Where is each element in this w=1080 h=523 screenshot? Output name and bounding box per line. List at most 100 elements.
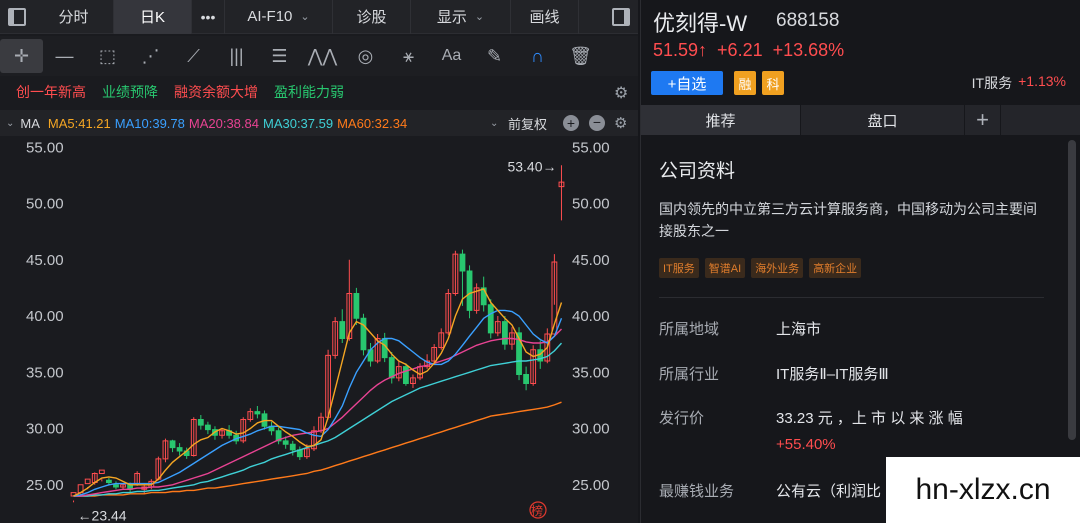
eraser-icon[interactable]: ✎ xyxy=(473,39,516,73)
fuquan-select[interactable]: 前复权 xyxy=(508,114,547,133)
tab-rik[interactable]: 日K xyxy=(114,0,192,34)
ma-label[interactable]: MA xyxy=(20,116,40,131)
tab-display-label: 显示 xyxy=(436,9,467,26)
y-tick-label-right: 35.00 xyxy=(572,364,610,381)
y-tick-label-right: 30.00 xyxy=(572,421,610,438)
company-tags: IT服务 智谱AI 海外业务 高新企业 xyxy=(659,258,862,278)
y-tick-label-right: 50.00 xyxy=(572,196,610,213)
cycle-icon[interactable]: ◎ xyxy=(344,39,387,73)
chart-panel: 分时 日K ••• AI-F10 ⌄ 诊股 显示 ⌄ 画线 ✛ — ⬚ ⋰ ⟋ ||… xyxy=(0,0,638,523)
company-tag[interactable]: 海外业务 xyxy=(751,258,804,278)
ipo-pct: +55.40% xyxy=(776,436,836,453)
gear-icon[interactable]: ⚙ xyxy=(614,83,628,103)
text-icon[interactable]: Aa xyxy=(430,39,473,73)
price-line: 51.59↑ +6.21 +13.68% xyxy=(653,40,844,61)
stock-pct: +13.68% xyxy=(772,40,845,60)
chevron-down-icon[interactable]: ⌄ xyxy=(6,118,14,129)
candle-body xyxy=(105,479,112,483)
channel-icon[interactable]: ||| xyxy=(215,39,258,73)
max-price-label: 53.40→ xyxy=(507,158,556,174)
candle-body xyxy=(353,293,360,319)
candle-body xyxy=(254,411,261,415)
trash-icon[interactable]: 🗑 xyxy=(559,39,602,73)
business-key: 最赚钱业务 xyxy=(659,483,735,500)
star-market-badge[interactable]: 科 xyxy=(762,71,784,95)
company-description: 国内领先的中立第三方云计算服务商，中国移动为公司主要间接股东之一 xyxy=(659,201,1037,239)
tab-tuijian[interactable]: 推荐 xyxy=(641,105,801,135)
stock-price: 51.59↑ xyxy=(653,40,708,60)
region-value: 上海市 xyxy=(776,321,822,338)
drawing-toolbar: ✛ — ⬚ ⋰ ⟋ ||| ☰ ⋀⋀ ◎ ⚹ Aa ✎ ∩ 🗑 xyxy=(0,36,638,76)
candle-body xyxy=(402,366,409,384)
company-tag[interactable]: 智谱AI xyxy=(704,258,746,278)
magnet-icon[interactable]: ∩ xyxy=(516,39,559,73)
ma60-value: MA60:32.34 xyxy=(337,115,408,131)
candle-body xyxy=(487,304,494,334)
chevron-down-icon: ⌄ xyxy=(474,11,485,23)
scrollbar[interactable] xyxy=(1068,140,1076,440)
rectangle-icon[interactable]: ⬚ xyxy=(86,39,129,73)
watermark: hn-xlzx.cn xyxy=(886,457,1080,523)
y-tick-label-right: 40.00 xyxy=(572,308,610,325)
rank-icon-label: 榜 xyxy=(531,503,543,518)
sidebar-toggle-icon[interactable] xyxy=(0,0,34,34)
margin-badge[interactable]: 融 xyxy=(734,71,756,95)
line-icon[interactable]: — xyxy=(43,39,86,73)
company-tag[interactable]: 高新企业 xyxy=(809,258,862,278)
tab-display[interactable]: 显示 ⌄ xyxy=(411,0,511,34)
tab-aif10[interactable]: AI-F10 ⌄ xyxy=(225,0,333,34)
y-tick-label-left: 50.00 xyxy=(26,196,64,213)
y-tick-label-left: 30.00 xyxy=(26,421,64,438)
stock-code: 688158 xyxy=(776,10,840,31)
candle-body xyxy=(84,478,91,485)
candle-body xyxy=(98,469,105,474)
wave-icon[interactable]: ⋀⋀ xyxy=(301,39,344,73)
y-tick-label-right: 55.00 xyxy=(572,139,610,156)
tag-weak-profit[interactable]: 盈利能力弱 xyxy=(274,82,344,102)
add-watchlist-button[interactable]: +自选 xyxy=(651,71,723,95)
tab-fenshi[interactable]: 分时 xyxy=(34,0,114,34)
pitchfork-icon[interactable]: ⚹ xyxy=(387,39,430,73)
fan-icon[interactable]: ⋰ xyxy=(129,39,172,73)
company-title: 公司资料 xyxy=(659,161,736,182)
zoom-in-icon[interactable]: + xyxy=(563,115,579,131)
tab-draw[interactable]: 画线 xyxy=(511,0,579,34)
tag-new-high[interactable]: 创一年新高 xyxy=(16,82,86,102)
stock-change: +6.21 xyxy=(717,40,763,60)
tab-pankou[interactable]: 盘口 xyxy=(801,105,965,135)
candle-body xyxy=(360,317,367,351)
kline-chart-area[interactable]: 55.00 55.00 50.00 50.00 45.00 45.00 40.00 40.00… xyxy=(0,136,638,523)
path-icon[interactable]: ⟋ xyxy=(172,39,215,73)
business-value: 公有云（利润比 xyxy=(776,483,882,500)
industry-pct: +1.13% xyxy=(1018,73,1066,89)
crosshair-icon[interactable]: ✛ xyxy=(0,39,43,73)
zoom-out-icon[interactable]: − xyxy=(589,115,605,131)
stock-name: 优刻得-W xyxy=(653,11,748,36)
tag-profit-drop[interactable]: 业绩预降 xyxy=(102,82,158,102)
ipo-key: 发行价 xyxy=(659,410,705,427)
industry-value: IT服务Ⅱ–IT服务Ⅲ xyxy=(776,366,889,383)
candle-body xyxy=(197,419,204,426)
candle-body xyxy=(289,443,296,451)
add-tab-button[interactable]: + xyxy=(965,105,1001,135)
candle-body xyxy=(523,374,530,384)
ma30-value: MA30:37.59 xyxy=(262,115,334,131)
industry-link[interactable]: IT服务 +1.13% xyxy=(972,73,1066,93)
min-price-label: ←23.44 xyxy=(78,507,127,523)
panel-toggle-icon[interactable] xyxy=(604,0,638,34)
info-panel: 优刻得-W 688158 51.59↑ +6.21 +13.68% +自选 融 … xyxy=(640,0,1080,523)
tab-zhengu[interactable]: 诊股 xyxy=(333,0,411,34)
ma5-value: MA5:41.21 xyxy=(47,115,111,131)
tab-aif10-label: AI-F10 xyxy=(247,8,293,25)
fibonacci-icon[interactable]: ☰ xyxy=(258,39,301,73)
kline-chart[interactable]: 55.00 55.00 50.00 50.00 45.00 45.00 40.00 40.00… xyxy=(0,136,638,523)
y-tick-label-left: 35.00 xyxy=(26,364,64,381)
y-tick-label-left: 25.00 xyxy=(26,477,64,494)
candle-body xyxy=(113,484,119,488)
more-button[interactable]: ••• xyxy=(192,0,225,34)
chevron-down-icon: ⌄ xyxy=(490,117,499,129)
gear-icon[interactable]: ⚙ xyxy=(614,114,627,132)
ipo-value: 33.23 元 ，上 市 以 来 涨 幅 xyxy=(776,410,963,427)
tag-margin-up[interactable]: 融资余额大增 xyxy=(174,82,258,102)
company-tag[interactable]: IT服务 xyxy=(659,258,699,278)
